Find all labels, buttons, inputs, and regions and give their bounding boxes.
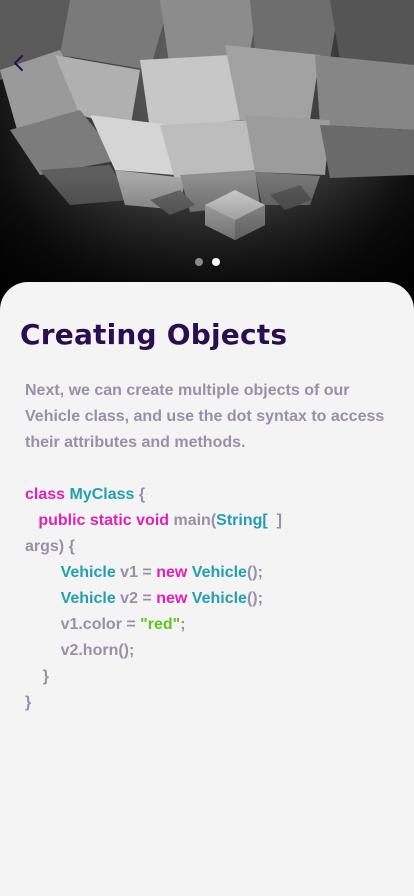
code-token: MyClass: [69, 486, 135, 503]
code-token: Vehicle: [191, 590, 247, 607]
code-token: Vehicle: [191, 564, 247, 581]
code-token: v2 =: [115, 590, 157, 607]
code-token: ();: [246, 590, 263, 607]
code-token: class: [25, 486, 66, 503]
code-token: ();: [246, 564, 263, 581]
code-token: v2.horn();: [25, 642, 135, 659]
code-token: {: [134, 486, 146, 503]
code-token: Vehicle: [60, 590, 116, 607]
lesson-description: Next, we can create multiple objects of …: [25, 382, 385, 451]
code-line: public static void main(String[ ]: [25, 508, 282, 534]
code-token: args) {: [25, 538, 75, 555]
code-token: "red": [140, 616, 181, 633]
hero-image: [0, 0, 414, 320]
code-token: main(: [169, 512, 217, 529]
code-token: public static void: [38, 512, 170, 529]
code-token: new: [156, 590, 188, 607]
code-line: Vehicle v2 = new Vehicle();: [25, 586, 282, 612]
carousel-dot[interactable]: [194, 258, 203, 266]
code-token: ]: [267, 512, 282, 529]
code-line: Vehicle v1 = new Vehicle();: [25, 560, 282, 586]
code-line: v2.horn();: [25, 638, 282, 664]
code-line: }: [25, 690, 282, 716]
chevron-left-icon: [14, 55, 23, 71]
code-line: class MyClass {: [25, 482, 282, 508]
code-token: new: [156, 564, 188, 581]
code-line: }: [25, 664, 282, 690]
page-title: Creating Objects: [20, 318, 288, 351]
code-line: v1.color = "red";: [25, 612, 282, 638]
code-token: Vehicle: [60, 564, 116, 581]
code-token: v1.color =: [25, 616, 141, 633]
carousel-indicator: [0, 258, 414, 266]
code-token: }: [25, 668, 50, 685]
abstract-cubes-image: [0, 0, 414, 320]
lesson-screen: Creating Objects Next, we can create mul…: [0, 0, 414, 896]
code-line: args) {: [25, 534, 282, 560]
code-token: v1 =: [115, 564, 157, 581]
carousel-dot[interactable]: [211, 258, 220, 266]
code-token: }: [25, 694, 32, 711]
code-token: ;: [180, 616, 186, 633]
content-sheet: Creating Objects Next, we can create mul…: [0, 282, 414, 896]
code-block: class MyClass { public static void main(…: [25, 482, 282, 716]
back-button[interactable]: [12, 54, 40, 82]
code-token: String[: [216, 512, 268, 529]
